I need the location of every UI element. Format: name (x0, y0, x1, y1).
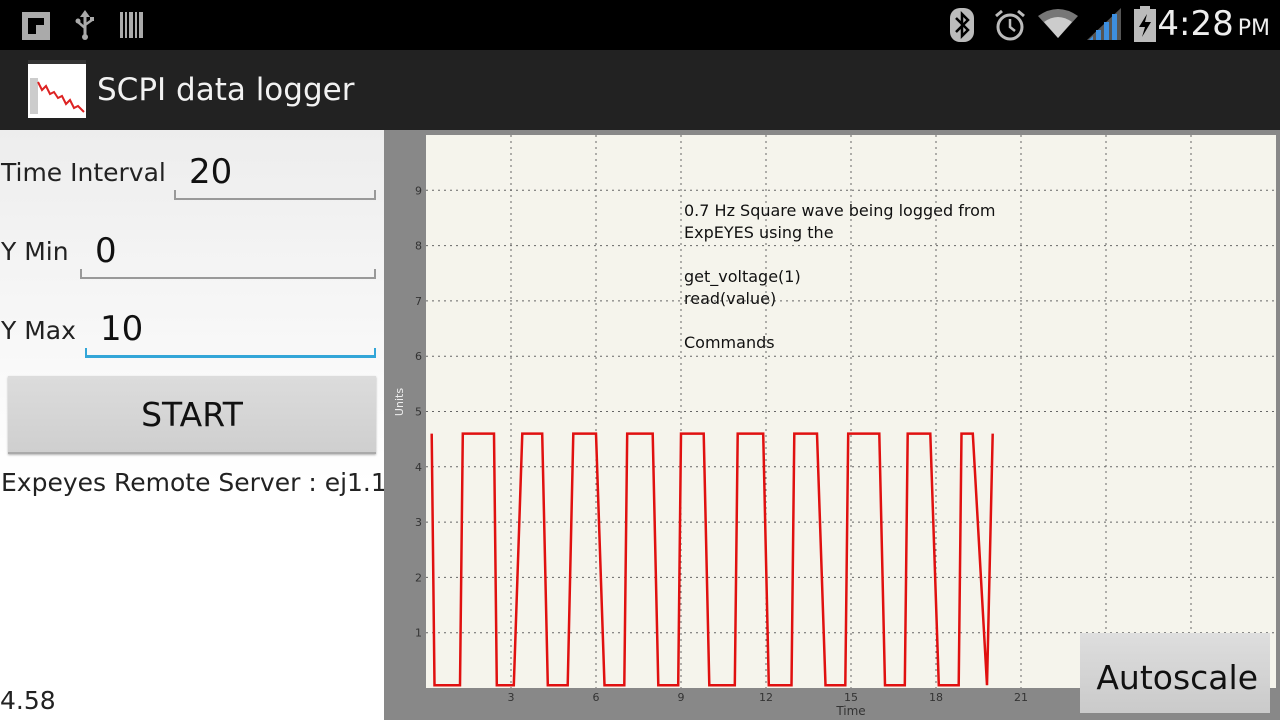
server-status-text: Expeyes Remote Server : ej1.1 (1, 468, 387, 497)
time-interval-underline (174, 190, 376, 200)
time-interval-input[interactable] (175, 148, 389, 196)
flipboard-icon (22, 12, 50, 40)
alarm-icon (995, 9, 1025, 41)
time-interval-label: Time Interval (1, 158, 166, 187)
ymin-input[interactable] (81, 227, 389, 275)
start-button[interactable]: START (8, 376, 376, 454)
current-reading: 4.58 (0, 686, 56, 715)
clock-time: 4:28 (1157, 4, 1234, 44)
ymin-label: Y Min (1, 237, 69, 266)
autoscale-button[interactable]: Autoscale (1080, 633, 1270, 713)
clock-ampm: PM (1237, 16, 1270, 41)
status-clock: 4:28 PM (1157, 4, 1270, 44)
waveform-app-icon[interactable] (28, 60, 86, 118)
signal-icon (1087, 8, 1121, 40)
battery-charging-icon (1134, 6, 1156, 42)
ymax-input[interactable] (86, 305, 389, 353)
status-bar: 4:28 PM (0, 0, 1280, 50)
app-title: SCPI data logger (97, 72, 355, 108)
usb-icon (75, 10, 94, 40)
action-bar: SCPI data logger (0, 50, 1280, 131)
ymax-underline (85, 348, 376, 358)
barcode-icon (120, 12, 143, 38)
ymax-label: Y Max (1, 316, 76, 345)
bluetooth-icon (950, 8, 974, 42)
plot-panel (384, 130, 1280, 720)
wifi-icon (1038, 9, 1078, 38)
ymin-underline (80, 269, 376, 279)
